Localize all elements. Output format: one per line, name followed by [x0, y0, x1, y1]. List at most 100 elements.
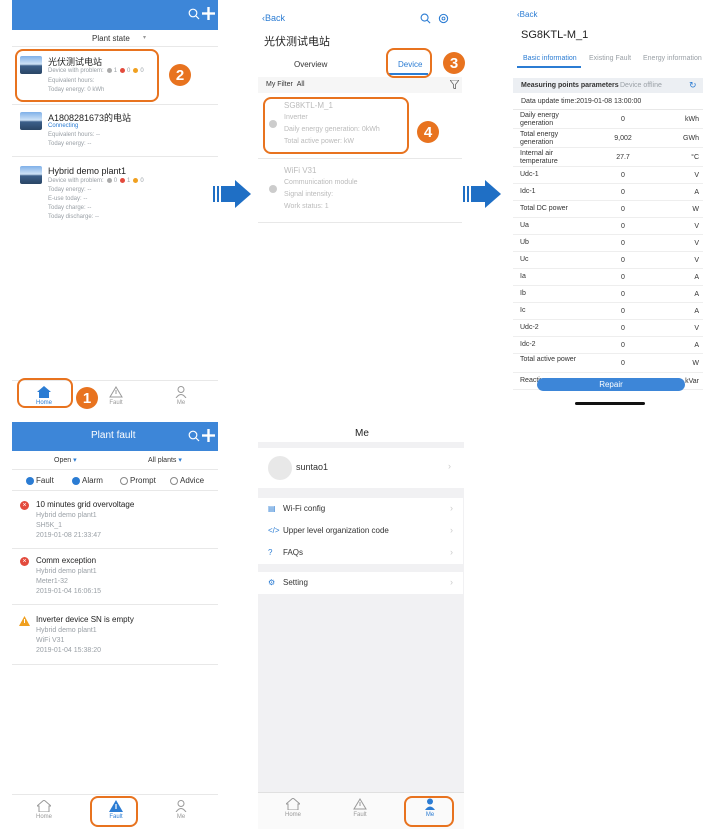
today-charge: Today charge: -- — [48, 205, 92, 211]
tab-overview[interactable]: Overview — [294, 60, 327, 69]
page-title: Plant fault — [91, 430, 136, 441]
plant-name: Hybrid demo plant1 — [48, 166, 127, 176]
parameter-unit: A — [694, 274, 699, 281]
fault-list-item[interactable]: × Comm exception Hybrid demo plant1 Mete… — [12, 552, 218, 602]
tab-fault[interactable]: Fault — [348, 798, 372, 818]
filter-alarm[interactable]: Alarm — [72, 476, 103, 485]
device-list-item[interactable]: WiFi V31 Communication module Signal int… — [258, 162, 462, 220]
parameter-row: Ic 0 A — [513, 303, 703, 320]
fault-list-item[interactable]: × 10 minutes grid overvoltage Hybrid dem… — [12, 496, 218, 546]
filter-icon[interactable] — [450, 80, 459, 89]
add-icon[interactable] — [202, 429, 215, 442]
plant-dropdown[interactable]: All plants ▾ — [148, 456, 182, 464]
divider — [12, 604, 218, 605]
parameter-unit: W — [692, 360, 699, 367]
parameter-row: Udc-1 0 V — [513, 167, 703, 184]
tab-home[interactable]: Home — [281, 797, 305, 818]
parameter-unit: A — [694, 189, 699, 196]
parameter-name: Ic — [520, 307, 526, 314]
parameter-value: 0 — [621, 172, 625, 179]
tab-me[interactable]: Me — [169, 800, 193, 820]
device-problem-label: Device with problem: 0 1 0 — [48, 178, 144, 185]
filter-advice[interactable]: Advice — [170, 476, 204, 485]
parameter-row: Daily energy generation 0 kWh — [513, 110, 703, 129]
parameter-row: Total active power 0 W — [513, 354, 703, 373]
chevron-down-icon[interactable]: ▾ — [143, 34, 146, 41]
parameter-name: Daily energy generation — [520, 112, 559, 127]
filter-label[interactable]: My Filter All — [266, 81, 305, 88]
parameter-row: Idc-1 0 A — [513, 184, 703, 201]
menu-item-organization-code[interactable]: </> Upper level organization code › — [258, 520, 463, 542]
gear-icon[interactable] — [438, 13, 449, 24]
parameter-name: Udc-2 — [520, 324, 539, 331]
parameter-value: 0 — [621, 360, 625, 367]
parameter-unit: W — [692, 206, 699, 213]
plant-thumbnail-icon — [20, 166, 42, 184]
menu-item-wifi-config[interactable]: ▤ Wi-Fi config › — [258, 498, 463, 520]
back-button[interactable]: ‹Back — [262, 13, 285, 23]
tab-label: Me — [176, 814, 186, 820]
repair-button[interactable]: Repair — [537, 378, 685, 391]
profile-row[interactable]: suntao1 › — [258, 448, 464, 488]
avatar — [268, 456, 292, 480]
step-highlight — [404, 796, 454, 827]
step-number: 2 — [169, 64, 191, 86]
search-icon[interactable] — [188, 430, 200, 442]
parameter-value: 0 — [621, 189, 625, 196]
parameter-value: 0 — [621, 308, 625, 315]
parameter-value: 0 — [621, 342, 625, 349]
plant-thumbnail-icon — [20, 112, 42, 130]
tab-home[interactable]: Home — [32, 799, 56, 820]
plant-list-item[interactable]: A1808281673的电站 Connecting Equivalent hou… — [12, 106, 218, 154]
chevron-right-icon: › — [450, 525, 453, 535]
tab-existing-fault[interactable]: Existing Fault — [589, 55, 631, 62]
fault-time: 2019-01-04 15:38:20 — [36, 647, 101, 654]
parameter-value: 0 — [621, 116, 625, 123]
fault-time: 2019-01-08 21:33:47 — [36, 532, 101, 539]
parameter-unit: kVar — [685, 378, 699, 385]
plant-fault-screen: Plant fault Open ▾ All plants ▾ Fault Al… — [12, 422, 218, 829]
fault-device: Meter1-32 — [36, 578, 68, 585]
fault-plant: Hybrid demo plant1 — [36, 627, 97, 634]
user-icon — [175, 386, 187, 399]
filter-prompt[interactable]: Prompt — [120, 476, 156, 485]
back-button[interactable]: ‹Back — [517, 10, 537, 19]
code-icon: </> — [268, 526, 280, 535]
search-icon[interactable] — [188, 8, 200, 20]
parameter-unit: kWh — [685, 116, 699, 123]
menu-item-faqs[interactable]: ? FAQs › — [258, 542, 463, 564]
tab-bar-divider — [12, 794, 218, 795]
status-dropdown[interactable]: Open ▾ — [54, 456, 77, 464]
device-type: Communication module — [284, 179, 358, 186]
refresh-icon[interactable]: ↻ — [689, 80, 697, 91]
divider — [12, 46, 218, 47]
page-title: SG8KTL-M_1 — [521, 29, 589, 41]
filter-fault[interactable]: Fault — [26, 476, 54, 485]
chevron-right-icon: › — [450, 577, 453, 587]
tab-energy-information[interactable]: Energy information — [643, 55, 702, 62]
step-highlight — [90, 796, 138, 827]
search-icon[interactable] — [420, 13, 431, 24]
parameter-name: Total active power — [520, 356, 577, 363]
today-discharge: Today discharge: -- — [48, 214, 100, 220]
page-title[interactable]: Plant state — [92, 34, 130, 43]
divider — [12, 664, 218, 665]
plant-list-item[interactable]: Hybrid demo plant1 Device with problem: 0… — [12, 160, 218, 228]
tab-me[interactable]: Me — [169, 386, 193, 406]
tab-basic-information[interactable]: Basic information — [523, 55, 577, 62]
page-title: Me — [355, 428, 369, 439]
parameter-value: 0 — [621, 325, 625, 332]
parameter-row: Ia 0 A — [513, 269, 703, 286]
add-icon[interactable] — [202, 7, 215, 20]
parameter-value: 27.7 — [616, 154, 630, 161]
fault-list-item[interactable]: Inverter device SN is empty Hybrid demo … — [12, 612, 218, 662]
fault-time: 2019-01-04 16:06:15 — [36, 588, 101, 595]
warning-icon — [109, 386, 123, 398]
tab-fault[interactable]: Fault — [104, 386, 128, 406]
menu-item-setting[interactable]: ⚙ Setting › — [258, 572, 463, 594]
tab-label: Fault — [109, 400, 123, 406]
parameter-value: 0 — [621, 274, 625, 281]
divider — [12, 469, 218, 470]
parameter-value: 0 — [621, 291, 625, 298]
parameter-name: Idc-2 — [520, 341, 536, 348]
